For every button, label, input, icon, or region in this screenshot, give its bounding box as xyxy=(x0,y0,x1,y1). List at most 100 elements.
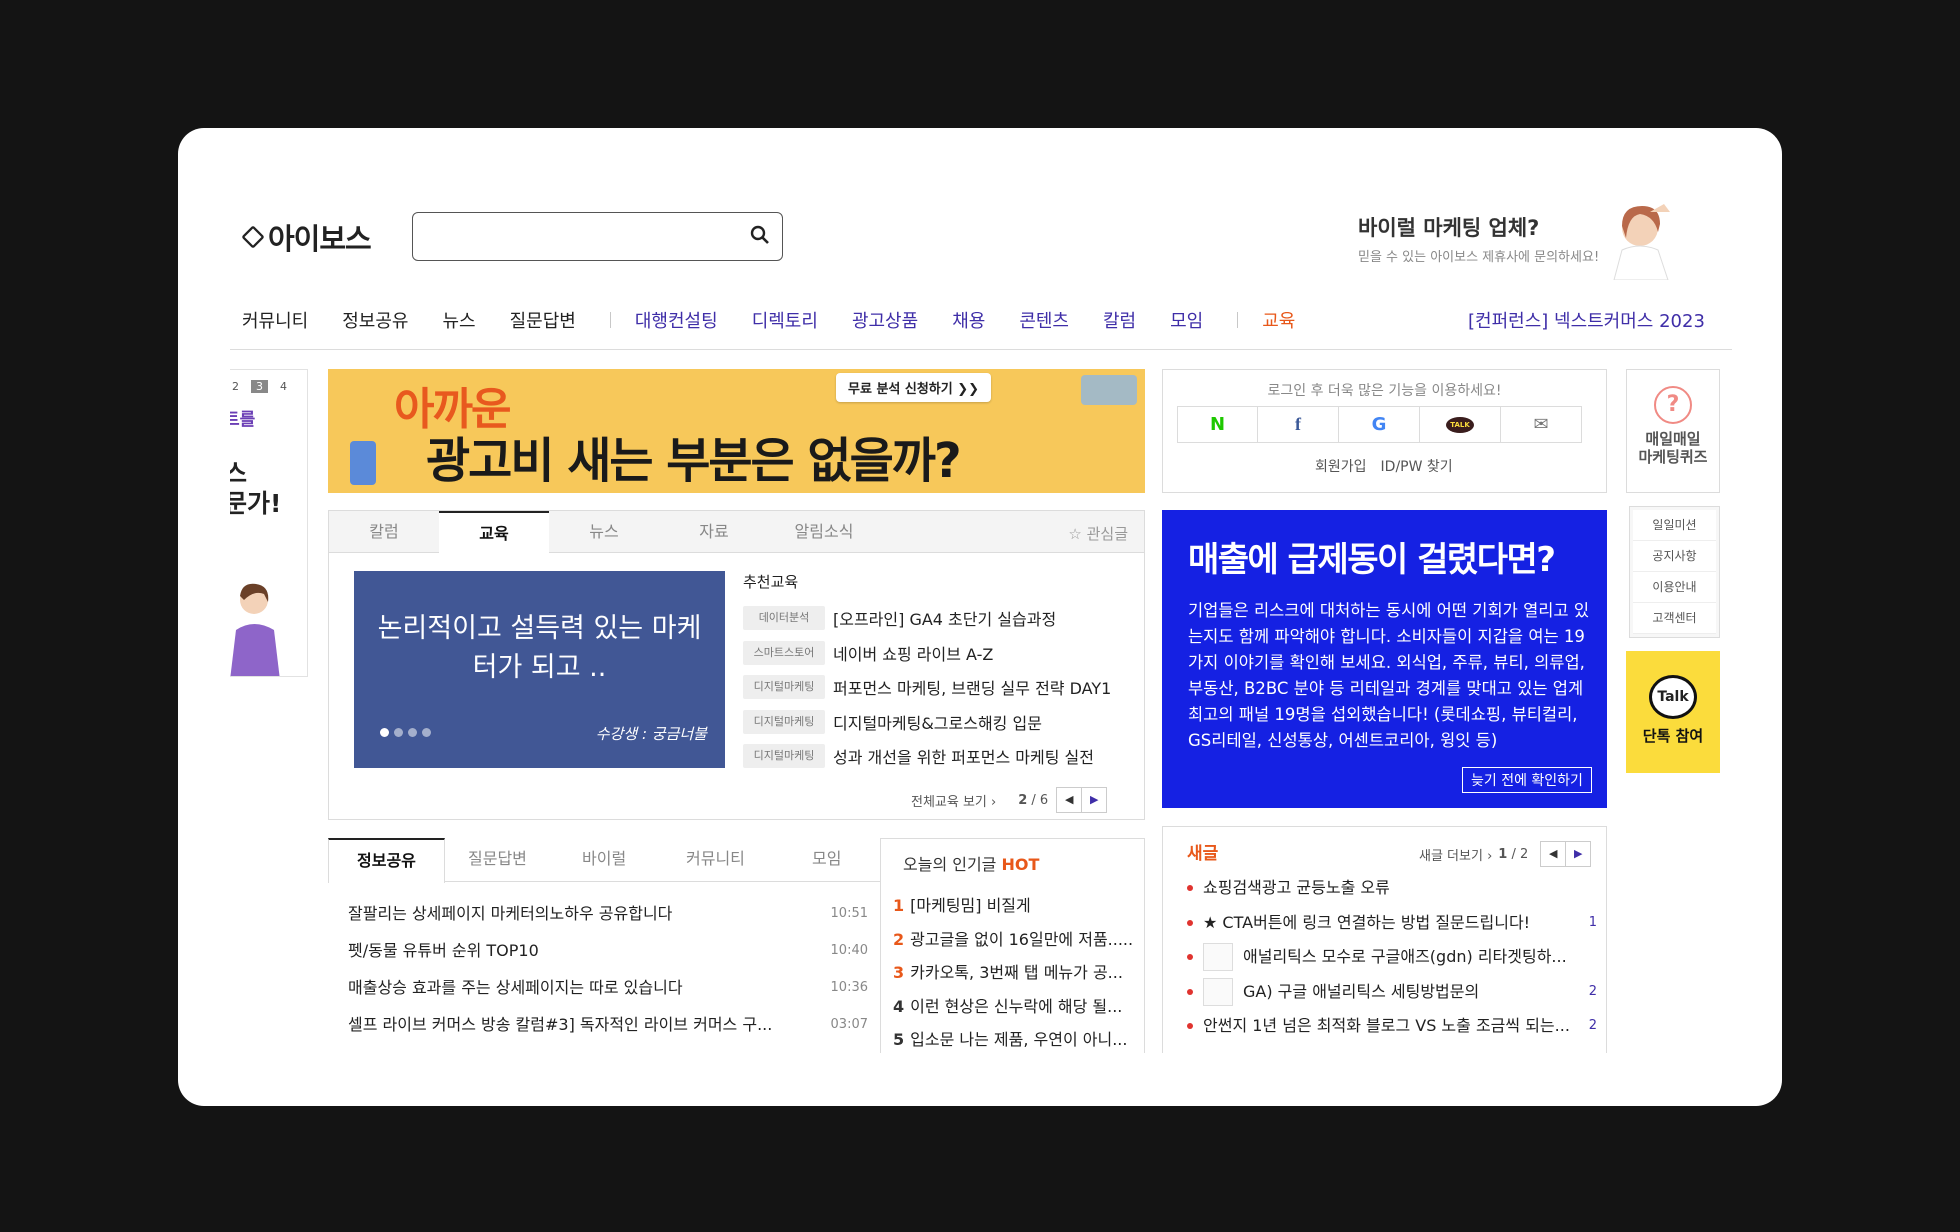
group-chat-banner[interactable]: Talk 단톡 참여 xyxy=(1626,651,1720,773)
side-menu-support[interactable]: 고객센터 xyxy=(1633,603,1716,634)
course-title[interactable]: 성과 개선을 위한 퍼포먼스 마케팅 실전 xyxy=(833,744,1094,768)
nav-item-community[interactable]: 커뮤니티 xyxy=(242,307,308,333)
nav-item-education[interactable]: 교육 xyxy=(1262,307,1295,333)
promo-subtitle[interactable]: 믿을 수 있는 아이보스 제휴사에 문의하세요! xyxy=(1358,246,1599,265)
course-title[interactable]: [오프라인] GA4 초단기 실습과정 xyxy=(833,606,1056,630)
list-item[interactable]: 디지털마케팅 성과 개선을 위한 퍼포먼스 마케팅 실전 xyxy=(743,739,1111,774)
nav-item-column[interactable]: 칼럼 xyxy=(1103,307,1136,333)
banner-cta-button[interactable]: 무료 분석 신청하기 ❯❯ xyxy=(836,373,992,402)
tab-news[interactable]: 뉴스 xyxy=(549,511,659,553)
slide-dot[interactable] xyxy=(408,728,417,737)
list-item[interactable]: 스마트스토어 네이버 쇼핑 라이브 A-Z xyxy=(743,636,1111,671)
list-item[interactable]: ★ CTA버튼에 링크 연결하는 방법 질문드립니다! 1 xyxy=(1187,906,1597,941)
course-title[interactable]: 퍼포먼스 마케팅, 브랜딩 실무 전략 DAY1 xyxy=(833,675,1111,699)
join-link[interactable]: 회원가입 xyxy=(1315,456,1367,476)
tab-viral[interactable]: 바이럴 xyxy=(582,838,626,882)
nav-item-jobs[interactable]: 채용 xyxy=(952,307,985,333)
side-menu-daily-mission[interactable]: 일일미션 xyxy=(1633,510,1716,541)
all-courses-link[interactable]: 전체교육 보기 › xyxy=(911,791,996,810)
slide-dot[interactable] xyxy=(422,728,431,737)
new-post-title[interactable]: 애널리틱스 모수로 구글애즈(gdn) 리타겟팅하... xyxy=(1243,940,1573,975)
main-ad-banner[interactable]: 아까운 광고비 새는 부분은 없을까? 무료 분석 신청하기 ❯❯ xyxy=(328,369,1145,493)
list-item[interactable]: 3 카카오톡, 3번째 탭 메뉴가 공... xyxy=(893,956,1143,990)
next-page-button[interactable]: ▶ xyxy=(1081,787,1108,813)
nav-item-agency[interactable]: 대행컨설팅 xyxy=(635,307,718,333)
list-item[interactable]: 1 [마케팅밈] 비질게 xyxy=(893,889,1143,923)
page-3[interactable]: 3 xyxy=(251,380,268,393)
search-icon[interactable] xyxy=(750,225,770,245)
post-title[interactable]: 셀프 라이브 커머스 방송 칼럼#3] 독자적인 라이브 커머스 구... xyxy=(348,1006,772,1043)
slide-dot[interactable] xyxy=(394,728,403,737)
tab-community[interactable]: 커뮤니티 xyxy=(686,838,745,882)
tab-column[interactable]: 칼럼 xyxy=(329,511,439,553)
naver-login-button[interactable]: N xyxy=(1177,406,1258,443)
list-item[interactable]: 디지털마케팅 퍼포먼스 마케팅, 브랜딩 실무 전략 DAY1 xyxy=(743,670,1111,705)
nav-item-contents[interactable]: 콘텐츠 xyxy=(1019,307,1069,333)
hot-post-title[interactable]: [마케팅밈] 비질게 xyxy=(910,896,1031,915)
course-title[interactable]: 네이버 쇼핑 라이브 A-Z xyxy=(833,641,993,665)
list-item[interactable]: 펫/동물 유튜버 순위 TOP10 10:40 xyxy=(348,932,868,969)
interest-link[interactable]: ☆ 관심글 xyxy=(1068,523,1128,544)
search-box[interactable] xyxy=(412,212,783,261)
new-post-title[interactable]: 안썬지 1년 넘은 최적화 블로그 VS 노출 조금씩 되는... xyxy=(1203,1009,1573,1044)
list-item[interactable]: GA) 구글 애널리틱스 세팅방법문의 2 xyxy=(1187,975,1597,1010)
nav-item-directory[interactable]: 디렉토리 xyxy=(752,307,818,333)
facebook-login-button[interactable]: f xyxy=(1258,406,1339,443)
hot-post-title[interactable]: 이런 현상은 신누락에 해당 될... xyxy=(910,997,1122,1016)
nav-item-meetup[interactable]: 모임 xyxy=(1170,307,1203,333)
find-id-pw-link[interactable]: ID/PW 찾기 xyxy=(1381,456,1453,476)
search-input[interactable] xyxy=(425,213,725,257)
page-4[interactable]: 4 xyxy=(280,380,287,393)
prev-page-button[interactable]: ◀ xyxy=(1540,841,1567,867)
side-menu-guide[interactable]: 이용안내 xyxy=(1633,572,1716,603)
list-item[interactable]: 데이터분석 [오프라인] GA4 초단기 실습과정 xyxy=(743,601,1111,636)
tab-resources[interactable]: 자료 xyxy=(659,511,769,553)
list-item[interactable]: 셀프 라이브 커머스 방송 칼럼#3] 독자적인 라이브 커머스 구... 03:… xyxy=(348,1006,868,1043)
daily-quiz-banner[interactable]: ? 매일매일 마케팅퀴즈 xyxy=(1626,369,1720,493)
ad-cta-button[interactable]: 늦기 전에 확인하기 xyxy=(1462,767,1592,793)
list-item[interactable]: 잘팔리는 상세페이지 마케터의노하우 공유합니다 10:51 xyxy=(348,895,868,932)
tab-education[interactable]: 교육 xyxy=(439,511,549,554)
hot-post-title[interactable]: 카카오톡, 3번째 탭 메뉴가 공... xyxy=(910,963,1123,982)
email-login-button[interactable]: ✉ xyxy=(1501,406,1582,443)
testimonial-slide[interactable]: 논리적이고 설득력 있는 마케터가 되고 .. 수강생 : 궁금너불 xyxy=(354,571,725,768)
tab-qna[interactable]: 질문답변 xyxy=(468,838,527,882)
left-side-banner[interactable]: 2 3 4 트를 스 문가! xyxy=(230,369,308,677)
nav-item-qna[interactable]: 질문답변 xyxy=(510,307,576,333)
list-item[interactable]: 쇼핑검색광고 균등노출 오류 xyxy=(1187,871,1597,906)
tab-notice[interactable]: 알림소식 xyxy=(769,511,879,553)
list-item[interactable]: 안썬지 1년 넘은 최적화 블로그 VS 노출 조금씩 되는... 2 xyxy=(1187,1009,1597,1044)
slide-dot[interactable] xyxy=(380,728,389,737)
tab-info-share[interactable]: 정보공유 xyxy=(328,838,445,883)
new-post-title[interactable]: 쇼핑검색광고 균등노출 오류 xyxy=(1203,871,1573,906)
list-item[interactable]: 디지털마케팅 디지털마케팅&그로스해킹 입문 xyxy=(743,705,1111,740)
new-post-title[interactable]: ★ CTA버튼에 링크 연결하는 방법 질문드립니다! xyxy=(1203,906,1573,941)
side-menu-notice[interactable]: 공지사항 xyxy=(1633,541,1716,572)
course-title[interactable]: 디지털마케팅&그로스해킹 입문 xyxy=(833,710,1042,734)
promo-title[interactable]: 바이럴 마케팅 업체? xyxy=(1358,212,1539,242)
hot-post-title[interactable]: 입소문 나는 제품, 우연이 아니... xyxy=(910,1030,1127,1049)
next-page-button[interactable]: ▶ xyxy=(1565,841,1592,867)
list-item[interactable]: 5 입소문 나는 제품, 우연이 아니... xyxy=(893,1023,1143,1053)
hot-post-title[interactable]: 광고글을 없이 16일만에 저품..... xyxy=(910,930,1133,949)
nav-conference-link[interactable]: [컨퍼런스] 넥스트커머스 2023 xyxy=(1468,307,1705,333)
tab-meetup[interactable]: 모임 xyxy=(812,838,841,882)
list-item[interactable]: 애널리틱스 모수로 구글애즈(gdn) 리타겟팅하... xyxy=(1187,940,1597,975)
prev-page-button[interactable]: ◀ xyxy=(1056,787,1083,813)
nav-item-ads[interactable]: 광고상품 xyxy=(852,307,918,333)
nav-item-news[interactable]: 뉴스 xyxy=(443,307,476,333)
google-login-button[interactable]: G xyxy=(1339,406,1420,443)
site-logo[interactable]: 아이보스 xyxy=(241,216,372,258)
list-item[interactable]: 4 이런 현상은 신누락에 해당 될... xyxy=(893,990,1143,1024)
post-title[interactable]: 잘팔리는 상세페이지 마케터의노하우 공유합니다 xyxy=(348,895,672,932)
conference-ad-banner[interactable]: 매출에 급제동이 걸렸다면? 기업들은 리스크에 대처하는 동시에 어떤 기회가… xyxy=(1162,510,1607,808)
page-2[interactable]: 2 xyxy=(232,380,239,393)
new-post-title[interactable]: GA) 구글 애널리틱스 세팅방법문의 xyxy=(1243,975,1573,1010)
kakao-login-button[interactable]: TALK xyxy=(1420,406,1501,443)
new-posts-more-link[interactable]: 새글 더보기 › xyxy=(1419,845,1492,864)
list-item[interactable]: 2 광고글을 없이 16일만에 저품..... xyxy=(893,923,1143,957)
post-title[interactable]: 펫/동물 유튜버 순위 TOP10 xyxy=(348,932,539,969)
nav-item-info[interactable]: 정보공유 xyxy=(342,307,408,333)
list-item[interactable]: 매출상승 효과를 주는 상세페이지는 따로 있습니다 10:36 xyxy=(348,969,868,1006)
post-title[interactable]: 매출상승 효과를 주는 상세페이지는 따로 있습니다 xyxy=(348,969,683,1006)
